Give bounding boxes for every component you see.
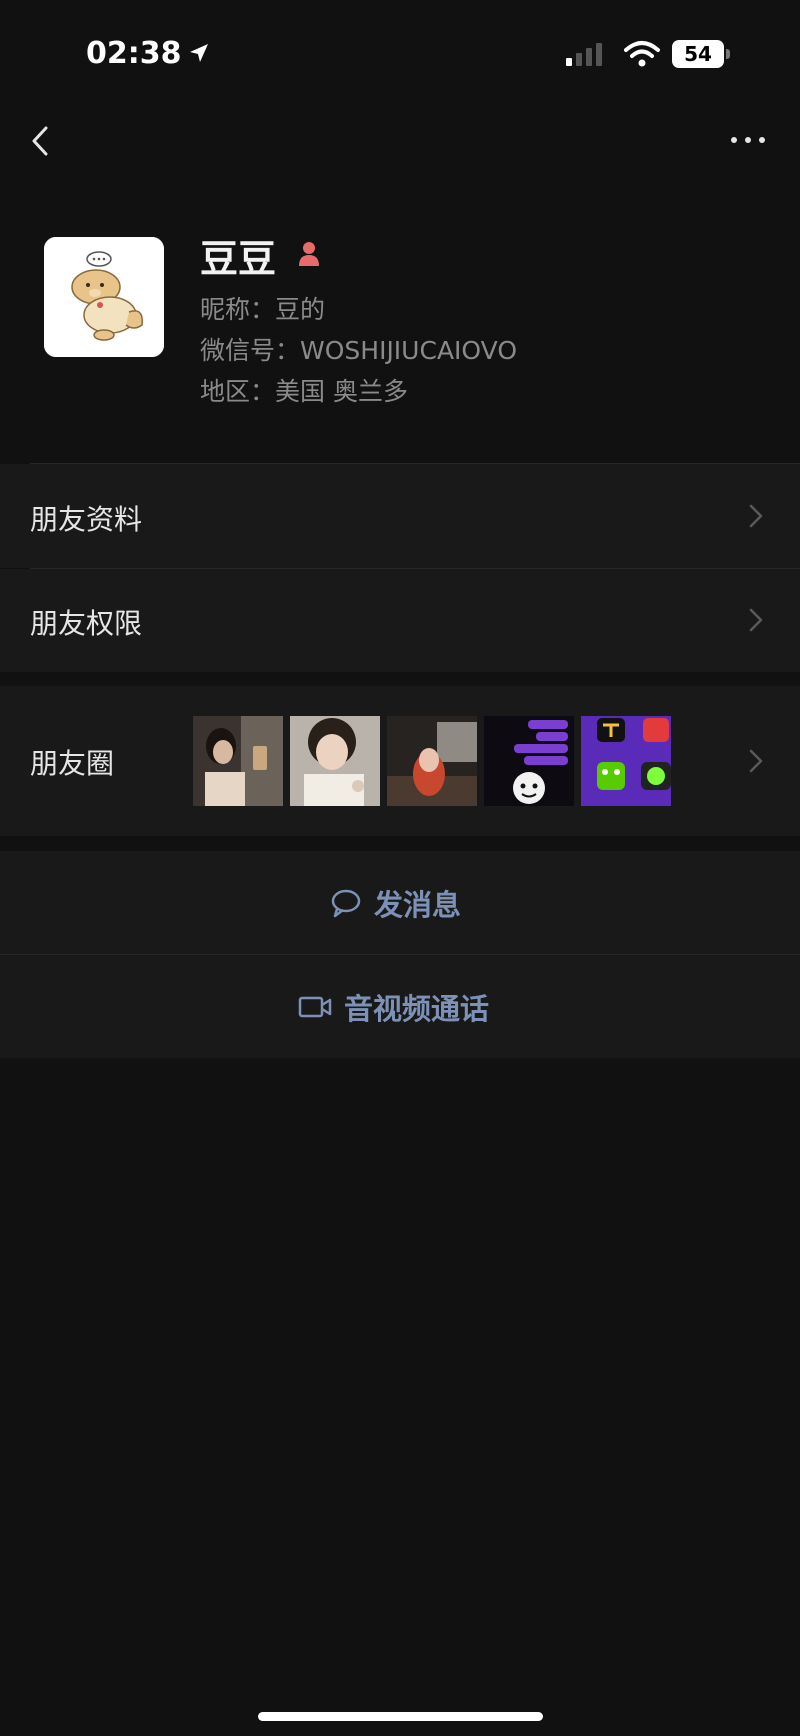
moments-photo-3 xyxy=(387,716,477,806)
moments-label: 朋友圈 xyxy=(30,747,115,780)
friend-permissions-label: 朋友权限 xyxy=(30,607,143,640)
video-call-label: 音视频通话 xyxy=(344,991,490,1026)
location-arrow-icon xyxy=(190,44,208,62)
profile-name: 豆豆 xyxy=(200,237,277,281)
moments-photo-4 xyxy=(484,716,574,806)
friend-permissions-row[interactable]: 朋友权限 xyxy=(0,569,800,672)
battery-level: 54 xyxy=(684,42,712,66)
avatar-cartoon-image xyxy=(44,237,164,357)
chevron-right-icon xyxy=(749,749,763,773)
status-time: 02:38 xyxy=(86,36,182,71)
moments-photo-5 xyxy=(581,716,671,806)
status-bar: 02:38 54 xyxy=(0,0,800,100)
home-indicator[interactable] xyxy=(258,1712,543,1721)
moments-photo-2 xyxy=(290,716,380,806)
avatar[interactable] xyxy=(44,237,164,357)
friend-profile-row[interactable]: 朋友资料 xyxy=(0,464,800,568)
chevron-right-icon xyxy=(749,504,763,528)
profile-wechat-id: 微信号：WOSHIJIUCAIOVO xyxy=(200,336,517,365)
moments-photo-1 xyxy=(193,716,283,806)
friend-profile-label: 朋友资料 xyxy=(30,503,143,536)
video-call-button[interactable]: 音视频通话 xyxy=(0,955,800,1058)
chat-bubble-icon xyxy=(331,889,361,917)
more-options-icon[interactable] xyxy=(728,130,768,150)
female-gender-icon xyxy=(299,242,319,266)
send-message-button[interactable]: 发消息 xyxy=(0,851,800,954)
profile-nickname: 昵称：豆的 xyxy=(200,295,326,324)
back-chevron-icon[interactable] xyxy=(26,120,56,162)
chevron-right-icon xyxy=(749,608,763,632)
video-camera-icon xyxy=(298,996,332,1017)
wifi-icon xyxy=(624,41,660,67)
profile-region: 地区：美国 奥兰多 xyxy=(200,377,408,406)
battery-cap xyxy=(726,49,730,59)
send-message-label: 发消息 xyxy=(374,887,462,922)
battery-indicator: 54 xyxy=(672,40,724,68)
profile-screen: 02:38 54 豆豆 昵称：豆的 微信号：WOSHIJIUCAIOVO 地区：… xyxy=(0,0,800,1736)
cellular-signal-icon xyxy=(566,43,602,66)
